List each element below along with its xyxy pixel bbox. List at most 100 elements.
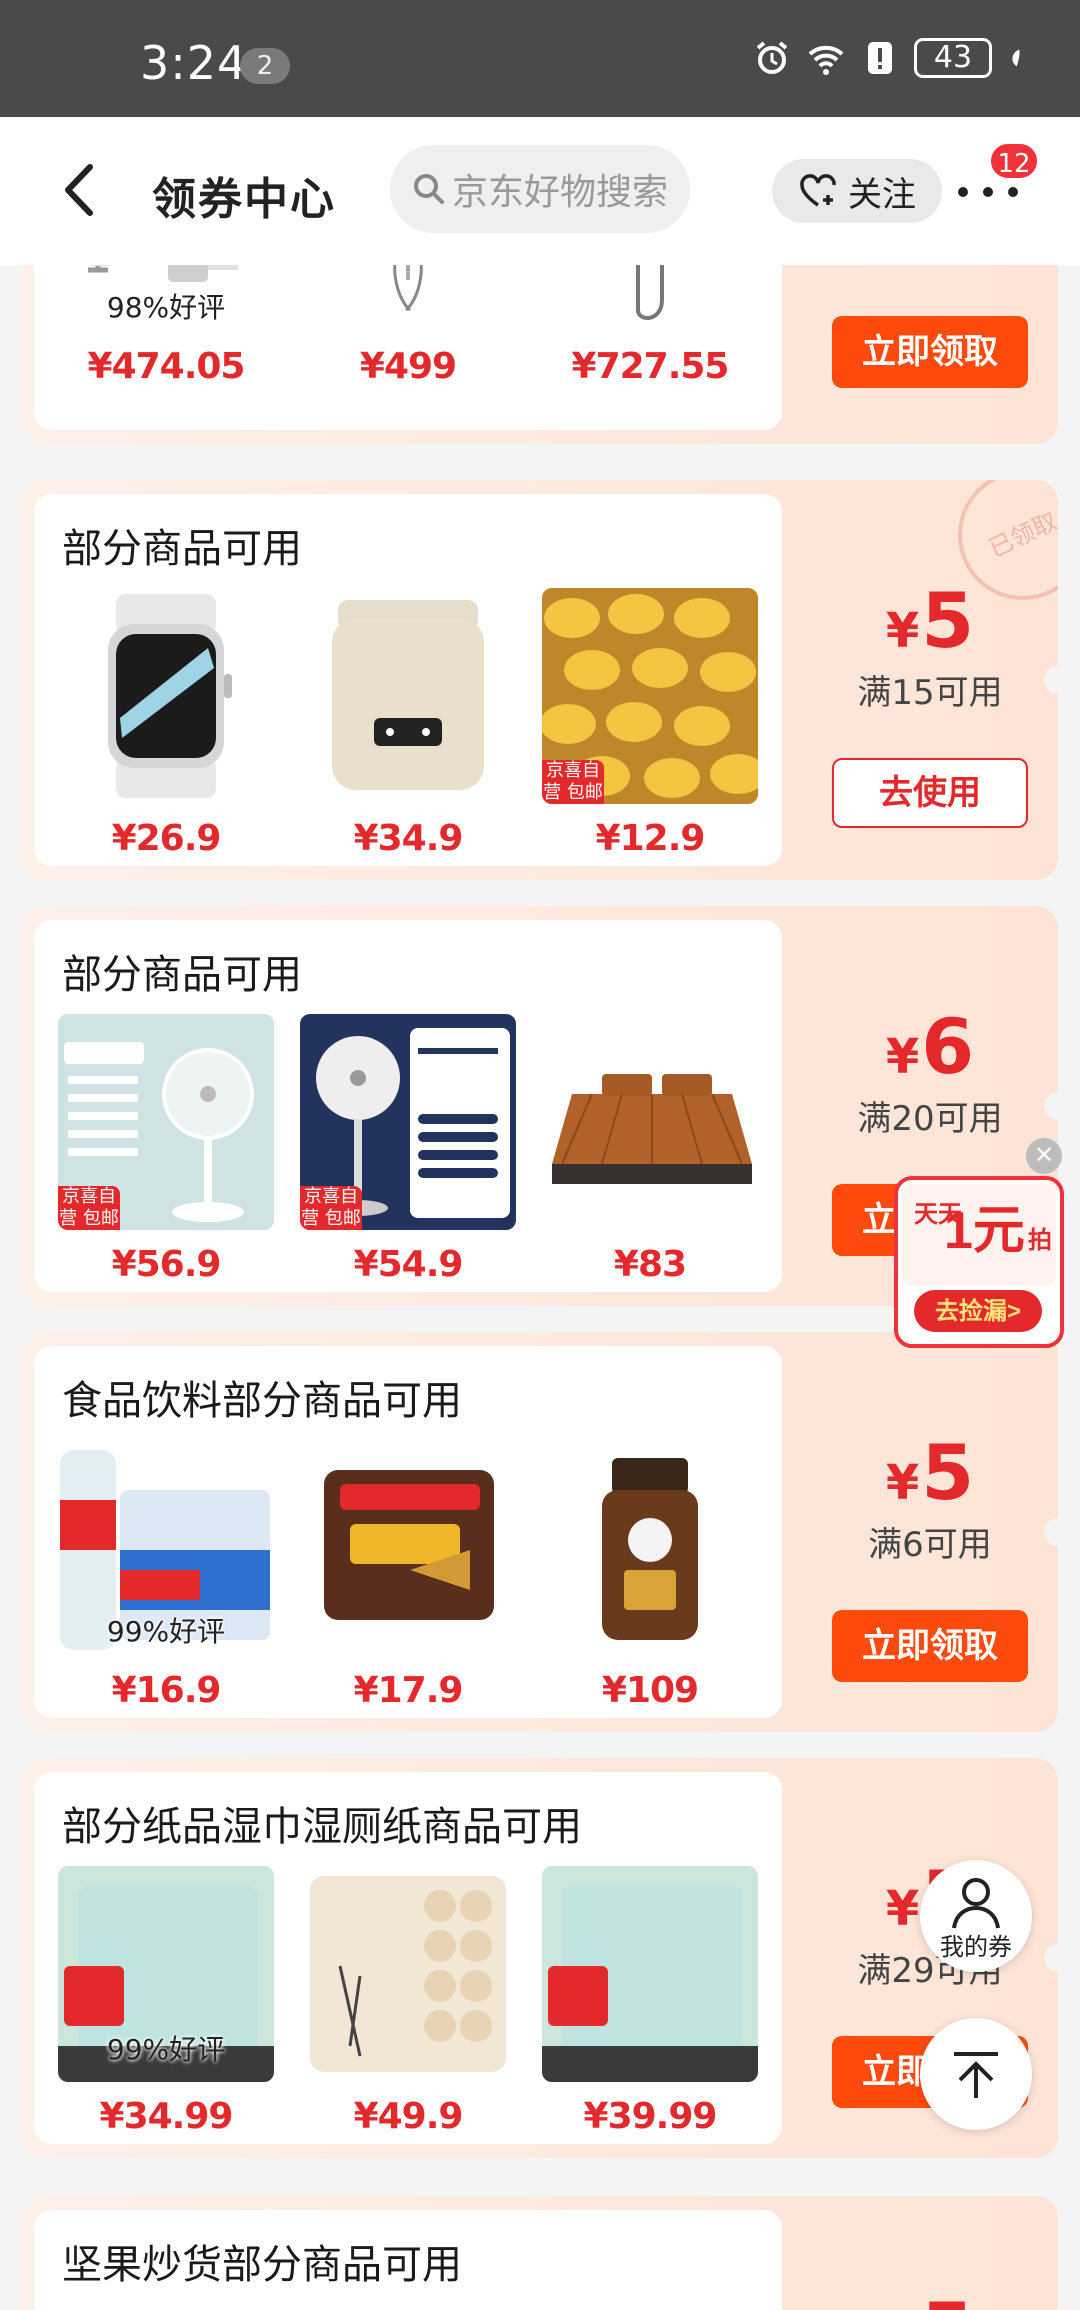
product-price: ¥34.99 xyxy=(99,2096,234,2137)
product-list: 99%好评 ¥16.9 ¥17.9 ¥109 xyxy=(58,1440,758,1711)
search-icon xyxy=(414,174,444,204)
claim-button[interactable]: 立即领取 xyxy=(832,1610,1028,1682)
coupon-value-column: ¥5 xyxy=(802,2286,1058,2310)
product-item[interactable]: 99%好评 ¥34.99 xyxy=(58,1866,274,2137)
product-price: ¥499 xyxy=(359,346,457,387)
product-list: ¥26.9 ¥34.9 京喜自营 包邮 ¥12.9 xyxy=(58,588,758,859)
product-list: 99%好评 ¥34.99 ¥49.9 ¥39.99 xyxy=(58,1866,758,2137)
self-operated-tag: 京喜自营 包邮 xyxy=(542,760,604,804)
mango-image: 京喜自营 包邮 xyxy=(542,588,758,804)
promo-line2: 拍 xyxy=(1028,1227,1052,1254)
coupon-scope-title: 部分商品可用 xyxy=(62,952,302,998)
product-price: ¥16.9 xyxy=(111,1670,222,1711)
product-price: ¥109 xyxy=(601,1670,699,1711)
status-bar: 3:24 2 43 xyxy=(0,0,1080,117)
back-arrow-icon[interactable] xyxy=(56,159,106,221)
product-price: ¥727.55 xyxy=(571,346,730,387)
coupon-scope-title: 部分商品可用 xyxy=(62,526,302,572)
alert-icon xyxy=(868,42,892,74)
message-count-badge: 12 xyxy=(988,141,1040,181)
product-item[interactable]: ¥39.99 xyxy=(542,1866,758,2137)
product-item[interactable]: ¥109 xyxy=(542,1440,758,1711)
product-item[interactable]: ¥17.9 xyxy=(300,1440,516,1711)
wifi-icon xyxy=(808,45,844,75)
product-panel: 部分商品可用 ¥26.9 ¥34.9 京喜自营 包邮 ¥12.9 xyxy=(34,494,782,866)
product-price: ¥26.9 xyxy=(111,818,222,859)
product-item[interactable]: 京喜自营 包邮 ¥12.9 xyxy=(542,588,758,859)
coupon-card: 已领取 部分商品可用 ¥26.9 ¥34.9 京喜自营 包邮 ¥12.9 ¥5 … xyxy=(22,480,1058,880)
promo-cta: 去捡漏> xyxy=(935,1297,1021,1325)
product-item[interactable]: 99%好评 ¥16.9 xyxy=(58,1440,274,1711)
product-price: ¥17.9 xyxy=(353,1670,464,1711)
product-panel: 坚果炒货部分商品可用 xyxy=(34,2210,782,2310)
coupon-value-column: ¥5 满6可用 立即领取 xyxy=(802,1428,1058,1682)
my-coupons-button[interactable]: 我的券 xyxy=(920,1860,1032,1972)
one-yuan-auction-promo[interactable]: 天天 1元 拍 去捡漏> xyxy=(892,1174,1064,1350)
coupon-condition: 满20可用 xyxy=(857,1099,1003,1139)
product-panel: 部分商品可用 京喜自营 包邮 ¥56.9 京喜自营 包邮 ¥54.9 ¥83 xyxy=(34,920,782,1292)
user-icon xyxy=(952,1878,1000,1929)
coupon-value-column: 立即领取 xyxy=(802,316,1058,388)
claim-button[interactable]: 立即领取 xyxy=(832,316,1028,388)
product-price: ¥56.9 xyxy=(111,1244,222,1285)
smartwatch-image xyxy=(58,588,274,804)
product-item[interactable]: ¥83 xyxy=(542,1014,758,1285)
product-item[interactable]: 京喜自营 包邮 ¥56.9 xyxy=(58,1014,274,1285)
to-top-icon xyxy=(954,2052,998,2098)
coupon-scope-title: 部分纸品湿巾湿厕纸商品可用 xyxy=(62,1804,582,1850)
notification-count-badge: 2 xyxy=(240,48,290,84)
rating-label: 99%好评 xyxy=(106,2033,226,2066)
battery-level: 43 xyxy=(914,38,992,78)
product-price: ¥12.9 xyxy=(595,818,706,859)
coupon-card: 坚果炒货部分商品可用 ¥5 xyxy=(22,2196,1058,2310)
product-price: ¥83 xyxy=(613,1244,687,1285)
product-price: ¥34.9 xyxy=(353,818,464,859)
status-icons: 43 xyxy=(752,38,1030,78)
tissue-pack-image: 99%好评 xyxy=(58,1866,274,2082)
alarm-icon xyxy=(756,41,788,74)
product-price: ¥54.9 xyxy=(353,1244,464,1285)
product-item[interactable]: ¥49.9 xyxy=(300,1866,516,2137)
rating-label: 98%好评 xyxy=(106,291,226,324)
close-promo-button[interactable]: ✕ xyxy=(1026,1138,1062,1174)
follow-button[interactable]: 关注 xyxy=(772,159,942,223)
coupon-condition: 满6可用 xyxy=(868,1525,992,1565)
promo-big-text: 1元 xyxy=(944,1202,1025,1260)
bed-mat-image xyxy=(542,1014,758,1230)
page-title: 领券中心 xyxy=(152,174,336,225)
coupon-amount: ¥6 xyxy=(885,1002,975,1091)
coupon-scope-title: 食品饮料部分商品可用 xyxy=(62,1378,462,1424)
product-price: ¥474.05 xyxy=(87,346,246,387)
back-to-top-button[interactable] xyxy=(920,2018,1032,2130)
tissue-rolls-image xyxy=(300,1866,516,2082)
status-time: 3:24 xyxy=(140,36,248,90)
search-input[interactable]: 京东好物搜索 xyxy=(390,145,690,233)
my-coupons-label: 我的券 xyxy=(940,1933,1012,1961)
self-operated-tag: 京喜自营 包邮 xyxy=(58,1186,120,1230)
coupon-amount: ¥5 xyxy=(885,1428,975,1517)
product-price: ¥39.99 xyxy=(583,2096,718,2137)
use-button[interactable]: 去使用 xyxy=(832,758,1028,828)
coupon-card: 部分纸品湿巾湿厕纸商品可用 99%好评 ¥34.99 ¥49.9 ¥39.99 xyxy=(22,1758,1058,2158)
wafer-snack-image xyxy=(300,1440,516,1656)
product-item[interactable]: ¥34.9 xyxy=(300,588,516,859)
product-item[interactable]: ¥26.9 xyxy=(58,588,274,859)
coffee-jar-image xyxy=(542,1440,758,1656)
coupon-scope-title: 坚果炒货部分商品可用 xyxy=(62,2242,462,2288)
follow-label: 关注 xyxy=(848,174,916,215)
self-operated-tag: 京喜自营 包邮 xyxy=(300,1186,362,1230)
appliance-image xyxy=(300,588,516,804)
product-price: ¥49.9 xyxy=(353,2096,464,2137)
product-item[interactable]: 京喜自营 包邮 ¥54.9 xyxy=(300,1014,516,1285)
coupon-amount: ¥5 xyxy=(885,576,975,665)
product-panel: 部分纸品湿巾湿厕纸商品可用 99%好评 ¥34.99 ¥49.9 ¥39.99 xyxy=(34,1772,782,2144)
coupon-amount: ¥5 xyxy=(802,2286,1058,2310)
coupon-card: 食品饮料部分商品可用 99%好评 ¥16.9 ¥17.9 ¥109 ¥5 满6可… xyxy=(22,1332,1058,1732)
coupon-condition: 满15可用 xyxy=(857,673,1003,713)
coupon-value-column: ¥5 满15可用 去使用 xyxy=(802,576,1058,828)
rating-label: 99%好评 xyxy=(106,1615,226,1648)
search-placeholder: 京东好物搜索 xyxy=(452,172,669,213)
leaf-icon xyxy=(1012,49,1020,67)
tissue-pack-image xyxy=(542,1866,758,2082)
product-panel: 食品饮料部分商品可用 99%好评 ¥16.9 ¥17.9 ¥109 xyxy=(34,1346,782,1718)
